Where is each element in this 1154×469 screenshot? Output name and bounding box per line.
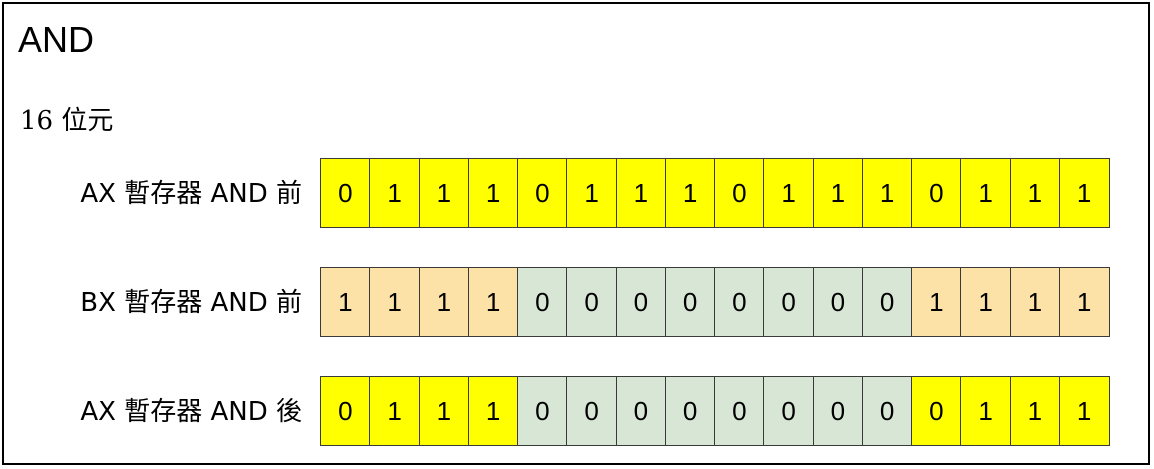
bit-cell: 0 — [763, 376, 814, 446]
bit-cell: 1 — [960, 267, 1011, 337]
bit-cell: 1 — [960, 376, 1011, 446]
bit-cell: 0 — [517, 158, 568, 228]
bit-cell: 1 — [861, 158, 913, 228]
bit-cell: 1 — [615, 158, 667, 228]
bit-cell: 1 — [566, 158, 617, 228]
bit-cell: 0 — [714, 267, 765, 337]
bit-cell: 1 — [1058, 267, 1110, 337]
bit-width-label: 16 位元 — [20, 106, 114, 136]
bit-cell: 1 — [911, 267, 962, 337]
bit-cell: 0 — [812, 267, 864, 337]
bit-cell: 0 — [566, 267, 617, 337]
bit-cell: 0 — [911, 376, 962, 446]
bit-cell: 0 — [911, 158, 962, 228]
bit-cell: 1 — [960, 158, 1011, 228]
bit-cell: 0 — [517, 267, 568, 337]
bit-cell: 0 — [566, 376, 617, 446]
bit-cell: 1 — [1009, 267, 1061, 337]
bit-cell: 1 — [1058, 158, 1110, 228]
bit-cell: 1 — [763, 158, 814, 228]
bit-cell: 0 — [861, 267, 913, 337]
bit-cell: 1 — [1009, 376, 1061, 446]
bit-cell: 0 — [714, 376, 765, 446]
bit-cell: 1 — [320, 267, 371, 337]
bit-cell: 0 — [763, 267, 814, 337]
register-bx-before: 1111000000001111 — [320, 267, 1110, 337]
diagram-title: AND — [18, 19, 95, 60]
row-label-ax-before: AX 暫存器 AND 前 — [80, 179, 302, 209]
bit-cell: 1 — [467, 376, 519, 446]
bit-cell: 1 — [369, 267, 420, 337]
bit-cell: 0 — [714, 158, 765, 228]
bit-cell: 1 — [1058, 376, 1110, 446]
row-label-bx-before: BX 暫存器 AND 前 — [80, 288, 302, 318]
bit-cell: 0 — [320, 376, 371, 446]
bit-cell: 0 — [615, 376, 667, 446]
row-label-ax-after: AX 暫存器 AND 後 — [80, 397, 302, 427]
bit-cell: 0 — [664, 376, 716, 446]
bit-cell: 0 — [664, 267, 716, 337]
bit-cell: 1 — [418, 158, 470, 228]
bit-cell: 1 — [812, 158, 864, 228]
bit-cell: 1 — [369, 158, 420, 228]
bit-cell: 0 — [812, 376, 864, 446]
bit-cell: 0 — [615, 267, 667, 337]
register-ax-before: 0111011101110111 — [320, 158, 1110, 228]
bit-cell: 1 — [467, 267, 519, 337]
bit-cell: 1 — [664, 158, 716, 228]
bit-cell: 0 — [861, 376, 913, 446]
bit-cell: 0 — [517, 376, 568, 446]
bit-cell: 1 — [369, 376, 420, 446]
bit-cell: 1 — [467, 158, 519, 228]
bit-cell: 1 — [418, 376, 470, 446]
bit-cell: 1 — [418, 267, 470, 337]
bit-cell: 1 — [1009, 158, 1061, 228]
register-ax-after: 0111000000000111 — [320, 376, 1110, 446]
bit-cell: 0 — [320, 158, 371, 228]
